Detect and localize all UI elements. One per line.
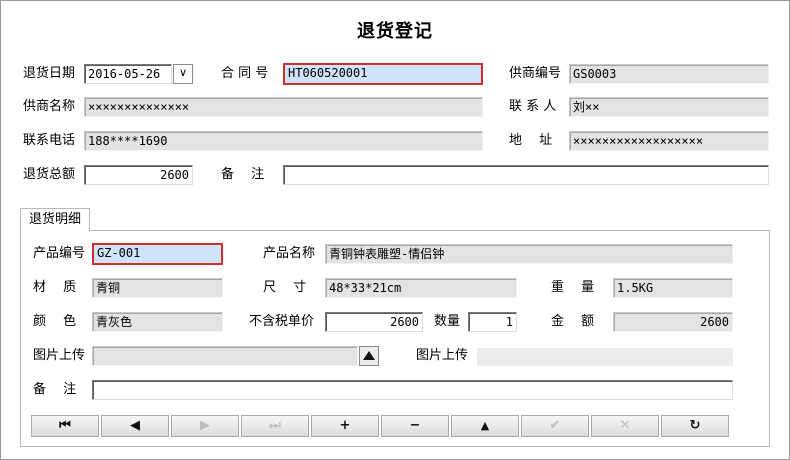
- address-label: 地 址: [509, 133, 553, 148]
- address-field[interactable]: ××××××××××××××××××: [569, 131, 769, 151]
- image-preview-label: 图片上传: [416, 348, 469, 363]
- product-name-label: 产品名称: [263, 246, 316, 261]
- material-label: 材 质: [33, 280, 77, 295]
- size-field[interactable]: 48*33*21cm: [325, 278, 517, 298]
- product-code-label: 产品编号: [33, 246, 86, 261]
- image-upload-label: 图片上传: [33, 348, 86, 363]
- return-registration-window: 退货登记 退货日期 2016-05-26 ∨ 合 同 号 HT060520001…: [0, 0, 790, 460]
- image-upload-path-field[interactable]: [92, 346, 358, 366]
- total-label: 退货总额: [23, 167, 76, 182]
- tab-return-details[interactable]: 退货明细: [20, 208, 90, 231]
- nav-post-button[interactable]: ✔: [521, 415, 589, 437]
- first-record-icon: ⏮: [59, 418, 71, 433]
- upload-button[interactable]: [359, 346, 379, 366]
- refresh-icon: ↻: [689, 418, 701, 433]
- nav-next-button[interactable]: ▶: [171, 415, 239, 437]
- supplier-name-label: 供商名称: [23, 99, 76, 114]
- contact-label: 联 系 人: [509, 99, 557, 114]
- checkmark-icon: ✔: [549, 418, 561, 433]
- contract-no-label: 合 同 号: [221, 66, 269, 81]
- date-dropdown-button[interactable]: ∨: [173, 64, 193, 84]
- prev-record-icon: ◀: [130, 418, 140, 433]
- qty-input[interactable]: 1: [468, 312, 517, 332]
- contact-field[interactable]: 刘××: [569, 97, 769, 117]
- last-record-icon: ⏭: [269, 418, 281, 433]
- nav-cancel-button[interactable]: ✕: [591, 415, 659, 437]
- product-name-field[interactable]: 青铜钟表雕塑-情侣钟: [325, 244, 733, 264]
- amount-label: 金 额: [551, 314, 595, 329]
- detail-remark-label: 备 注: [33, 382, 77, 397]
- phone-label: 联系电话: [23, 133, 76, 148]
- nav-first-button[interactable]: ⏮: [31, 415, 99, 437]
- supplier-name-field[interactable]: ××××××××××××××: [84, 97, 483, 117]
- phone-field[interactable]: 188****1690: [84, 131, 483, 151]
- supplier-code-field[interactable]: GS0003: [569, 64, 769, 84]
- nav-edit-button[interactable]: ▲: [451, 415, 519, 437]
- qty-label: 数量: [434, 314, 461, 329]
- remark-input[interactable]: [283, 165, 769, 185]
- price-label: 不含税单价: [249, 314, 315, 329]
- supplier-code-label: 供商编号: [509, 66, 562, 81]
- material-field[interactable]: 青铜: [92, 278, 223, 298]
- nav-refresh-button[interactable]: ↻: [661, 415, 729, 437]
- contract-no-input[interactable]: HT060520001: [283, 63, 483, 85]
- product-code-input[interactable]: GZ-001: [92, 243, 223, 265]
- amount-field[interactable]: 2600: [613, 312, 733, 332]
- nav-last-button[interactable]: ⏭: [241, 415, 309, 437]
- nav-delete-button[interactable]: −: [381, 415, 449, 437]
- minus-icon: −: [409, 418, 421, 433]
- total-input[interactable]: 2600: [84, 165, 193, 185]
- edit-triangle-icon: ▲: [480, 419, 490, 432]
- nav-add-button[interactable]: +: [311, 415, 379, 437]
- color-field[interactable]: 青灰色: [92, 312, 223, 332]
- remark-label: 备 注: [221, 167, 265, 182]
- detail-remark-input[interactable]: [92, 380, 733, 400]
- plus-icon: +: [339, 418, 351, 433]
- chevron-down-icon: ∨: [178, 66, 188, 79]
- next-record-icon: ▶: [200, 418, 210, 433]
- close-icon: ✕: [619, 418, 631, 433]
- return-date-label: 退货日期: [23, 66, 76, 81]
- price-input[interactable]: 2600: [325, 312, 423, 332]
- size-label: 尺 寸: [263, 280, 307, 295]
- return-date-input[interactable]: 2016-05-26: [84, 64, 172, 84]
- image-preview-area: [477, 348, 733, 366]
- color-label: 颜 色: [33, 314, 77, 329]
- weight-field[interactable]: 1.5KG: [613, 278, 733, 298]
- page-title: 退货登记: [357, 21, 433, 42]
- weight-label: 重 量: [551, 280, 595, 295]
- nav-prev-button[interactable]: ◀: [101, 415, 169, 437]
